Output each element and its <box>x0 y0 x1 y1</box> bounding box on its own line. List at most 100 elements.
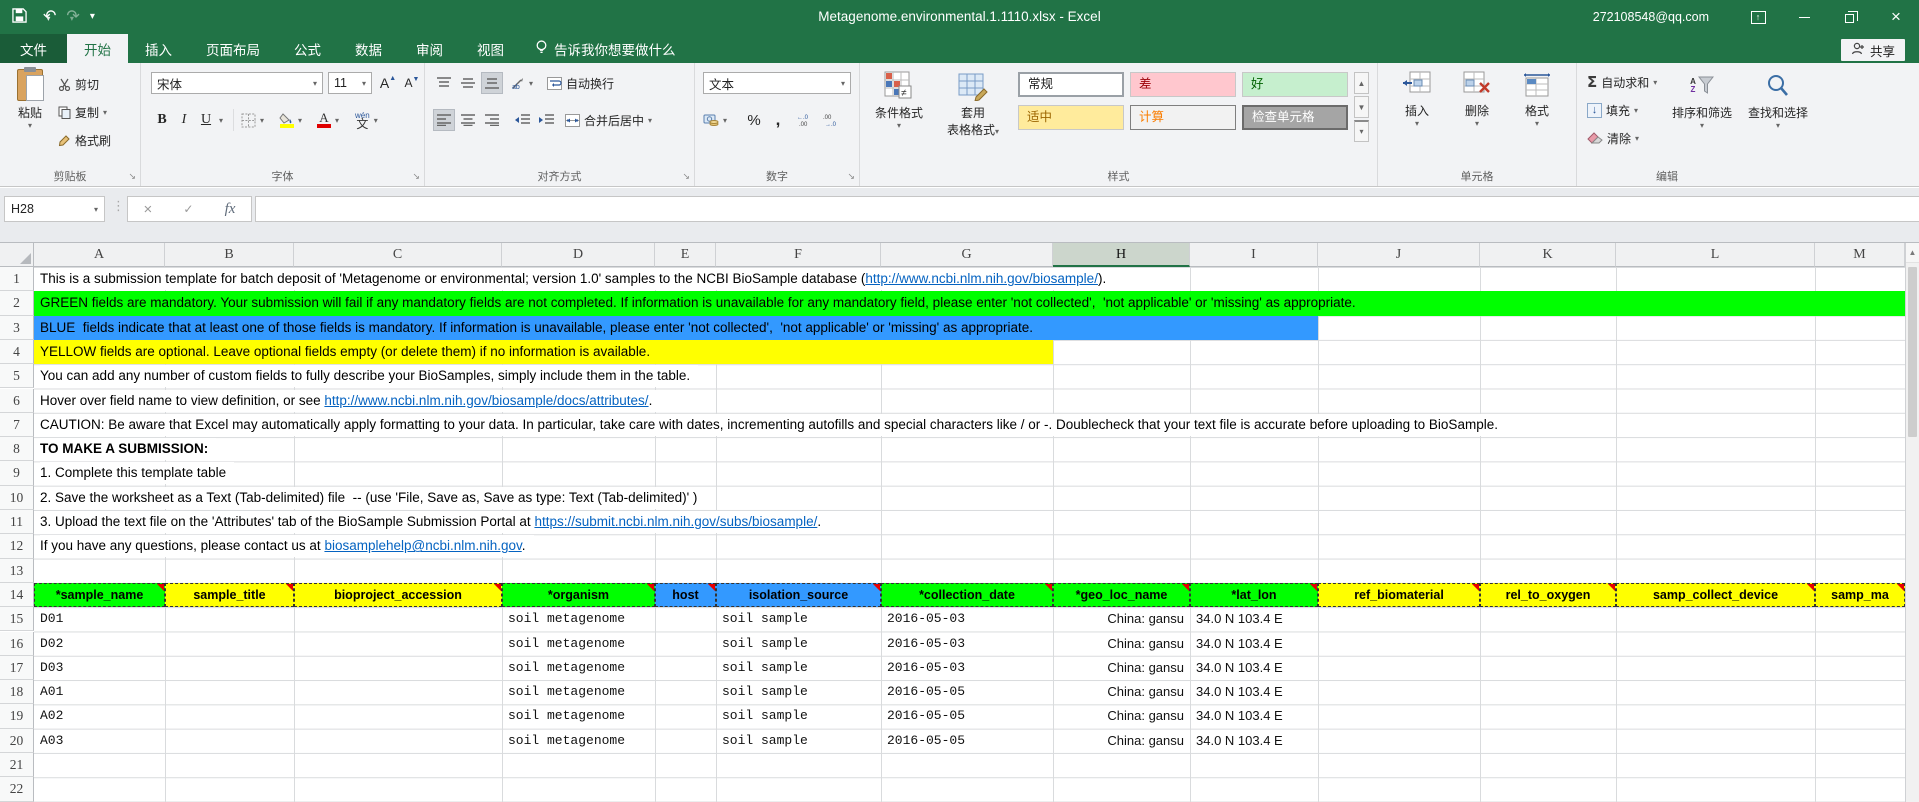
increase-decimal-button[interactable]: ←.0.00 <box>795 109 817 131</box>
column-header-C[interactable]: C <box>294 243 502 267</box>
info-text-row-4[interactable]: YELLOW fields are optional. Leave option… <box>40 341 658 363</box>
info-text-row-6[interactable]: Hover over field name to view definition… <box>40 390 660 412</box>
tab-insert[interactable]: 插入 <box>128 34 189 63</box>
info-text-row-3[interactable]: BLUE fields indicate that at least one o… <box>40 317 1041 339</box>
row-header-15[interactable]: 15 <box>0 607 34 631</box>
styles-gallery-down-icon[interactable]: ▼ <box>1354 96 1369 118</box>
format-cells-button[interactable]: 格式 ▾ <box>1510 71 1564 128</box>
increase-indent-button[interactable] <box>535 109 557 131</box>
italic-button[interactable]: I <box>173 109 195 131</box>
info-text-row-2[interactable]: GREEN fields are mandatory. Your submiss… <box>40 292 1364 314</box>
styles-gallery-up-icon[interactable]: ▲ <box>1354 72 1369 94</box>
column-header-E[interactable]: E <box>655 243 716 267</box>
column-header-I[interactable]: I <box>1190 243 1318 267</box>
name-box-splitter[interactable]: ⋮ <box>112 198 125 214</box>
column-header-F[interactable]: F <box>716 243 881 267</box>
borders-button[interactable]: ▾ <box>241 109 264 131</box>
alignment-dialog-launcher-icon[interactable]: ↘ <box>682 171 690 182</box>
info-text-row-8[interactable]: TO MAKE A SUBMISSION: <box>40 438 216 460</box>
data-cell-D20[interactable]: soil metagenome <box>502 729 655 753</box>
data-cell-A18[interactable]: A01 <box>34 680 165 704</box>
delete-cells-button[interactable]: 删除 ▾ <box>1450 71 1504 128</box>
data-cell-I17[interactable]: 34.0 N 103.4 E <box>1190 656 1318 680</box>
tab-formulas[interactable]: 公式 <box>277 34 338 63</box>
field-header-collection_date[interactable]: *collection_date <box>881 583 1053 607</box>
clipboard-dialog-launcher-icon[interactable]: ↘ <box>128 171 136 182</box>
row-header-22[interactable]: 22 <box>0 777 34 801</box>
row-header-18[interactable]: 18 <box>0 680 34 704</box>
decrease-decimal-button[interactable]: .00→.0 <box>821 109 843 131</box>
info-text-row-1[interactable]: This is a submission template for batch … <box>40 268 1114 290</box>
tab-view[interactable]: 视图 <box>460 34 521 63</box>
row-header-7[interactable]: 7 <box>0 413 34 437</box>
data-cell-D18[interactable]: soil metagenome <box>502 680 655 704</box>
column-header-K[interactable]: K <box>1480 243 1616 267</box>
data-cell-I20[interactable]: 34.0 N 103.4 E <box>1190 729 1318 753</box>
row-header-14[interactable]: 14 <box>0 583 34 607</box>
row-header-5[interactable]: 5 <box>0 364 34 388</box>
info-text-row-11[interactable]: 3. Upload the text file on the 'Attribut… <box>40 511 829 533</box>
align-middle-button[interactable] <box>457 72 479 94</box>
info-text-row-7[interactable]: CAUTION: Be aware that Excel may automat… <box>40 414 1506 436</box>
name-box[interactable]: H28▾ <box>4 196 105 222</box>
tab-file[interactable]: 文件 <box>0 34 67 63</box>
field-header-host[interactable]: host <box>655 583 716 607</box>
row-header-9[interactable]: 9 <box>0 461 34 485</box>
field-header-sample_title[interactable]: sample_title <box>165 583 294 607</box>
data-cell-H17[interactable]: China: gansu <box>1053 656 1190 680</box>
data-cell-H19[interactable]: China: gansu <box>1053 704 1190 728</box>
autosum-button[interactable]: Σ 自动求和▾ <box>1587 71 1657 93</box>
cell-style-neutral[interactable]: 适中 <box>1018 105 1124 130</box>
data-cell-D19[interactable]: soil metagenome <box>502 704 655 728</box>
data-cell-I18[interactable]: 34.0 N 103.4 E <box>1190 680 1318 704</box>
font-size-combo[interactable]: 11▾ <box>328 72 372 94</box>
fill-color-button[interactable]: ▾ <box>279 109 302 131</box>
data-cell-A15[interactable]: D01 <box>34 607 165 631</box>
select-all-corner[interactable] <box>0 243 34 267</box>
hyperlink[interactable]: https://submit.ncbi.nlm.nih.gov/subs/bio… <box>534 514 817 529</box>
data-cell-H15[interactable]: China: gansu <box>1053 607 1190 631</box>
hyperlink[interactable]: http://www.ncbi.nlm.nih.gov/biosample/do… <box>324 393 648 408</box>
data-cell-I15[interactable]: 34.0 N 103.4 E <box>1190 607 1318 631</box>
data-cell-G15[interactable]: 2016-05-03 <box>881 607 1053 631</box>
font-dialog-launcher-icon[interactable]: ↘ <box>412 171 420 182</box>
field-header-bioproject_accession[interactable]: bioproject_accession <box>294 583 502 607</box>
row-header-19[interactable]: 19 <box>0 704 34 728</box>
align-left-button[interactable] <box>433 109 455 131</box>
number-dialog-launcher-icon[interactable]: ↘ <box>847 171 855 182</box>
share-button[interactable]: 共享 <box>1841 39 1905 61</box>
comma-style-button[interactable]: , <box>767 109 789 131</box>
data-cell-A20[interactable]: A03 <box>34 729 165 753</box>
field-header-samp_ma[interactable]: samp_ma <box>1815 583 1905 607</box>
tab-review[interactable]: 审阅 <box>399 34 460 63</box>
field-header-organism[interactable]: *organism <box>502 583 655 607</box>
bold-button[interactable]: B <box>151 109 173 131</box>
row-header-20[interactable]: 20 <box>0 729 34 753</box>
format-as-table-button[interactable]: 套用 表格格式▾ <box>936 71 1010 138</box>
row-header-11[interactable]: 11 <box>0 510 34 534</box>
data-cell-D15[interactable]: soil metagenome <box>502 607 655 631</box>
column-header-L[interactable]: L <box>1616 243 1815 267</box>
data-cell-I19[interactable]: 34.0 N 103.4 E <box>1190 704 1318 728</box>
tell-me-box[interactable]: 告诉我你想要做什么 <box>521 34 690 63</box>
hyperlink[interactable]: http://www.ncbi.nlm.nih.gov/biosample/ <box>865 271 1098 286</box>
find-select-button[interactable]: 查找和选择 ▾ <box>1741 71 1815 130</box>
align-bottom-button[interactable] <box>481 72 503 94</box>
data-cell-G16[interactable]: 2016-05-03 <box>881 632 1053 656</box>
scrollbar-thumb[interactable] <box>1908 267 1917 437</box>
cell-style-check-cell[interactable]: 检查单元格 <box>1242 105 1348 130</box>
percent-style-button[interactable]: % <box>743 109 765 131</box>
account-email[interactable]: 272108548@qq.com <box>1593 10 1709 24</box>
cut-button[interactable]: 剪切 <box>58 73 99 95</box>
insert-function-icon[interactable]: fx <box>225 201 236 218</box>
column-header-A[interactable]: A <box>34 243 165 267</box>
minimize-button[interactable] <box>1781 0 1827 34</box>
data-cell-F16[interactable]: soil sample <box>716 632 881 656</box>
cell-style-bad[interactable]: 差 <box>1130 72 1236 97</box>
info-text-row-5[interactable]: You can add any number of custom fields … <box>40 365 698 387</box>
format-painter-button[interactable]: 格式刷 <box>58 129 111 151</box>
row-header-1[interactable]: 1 <box>0 267 34 291</box>
merge-center-button[interactable]: 合并后居中▾ <box>565 109 652 131</box>
align-top-button[interactable] <box>433 72 455 94</box>
insert-cells-button[interactable]: 插入 ▾ <box>1390 71 1444 128</box>
